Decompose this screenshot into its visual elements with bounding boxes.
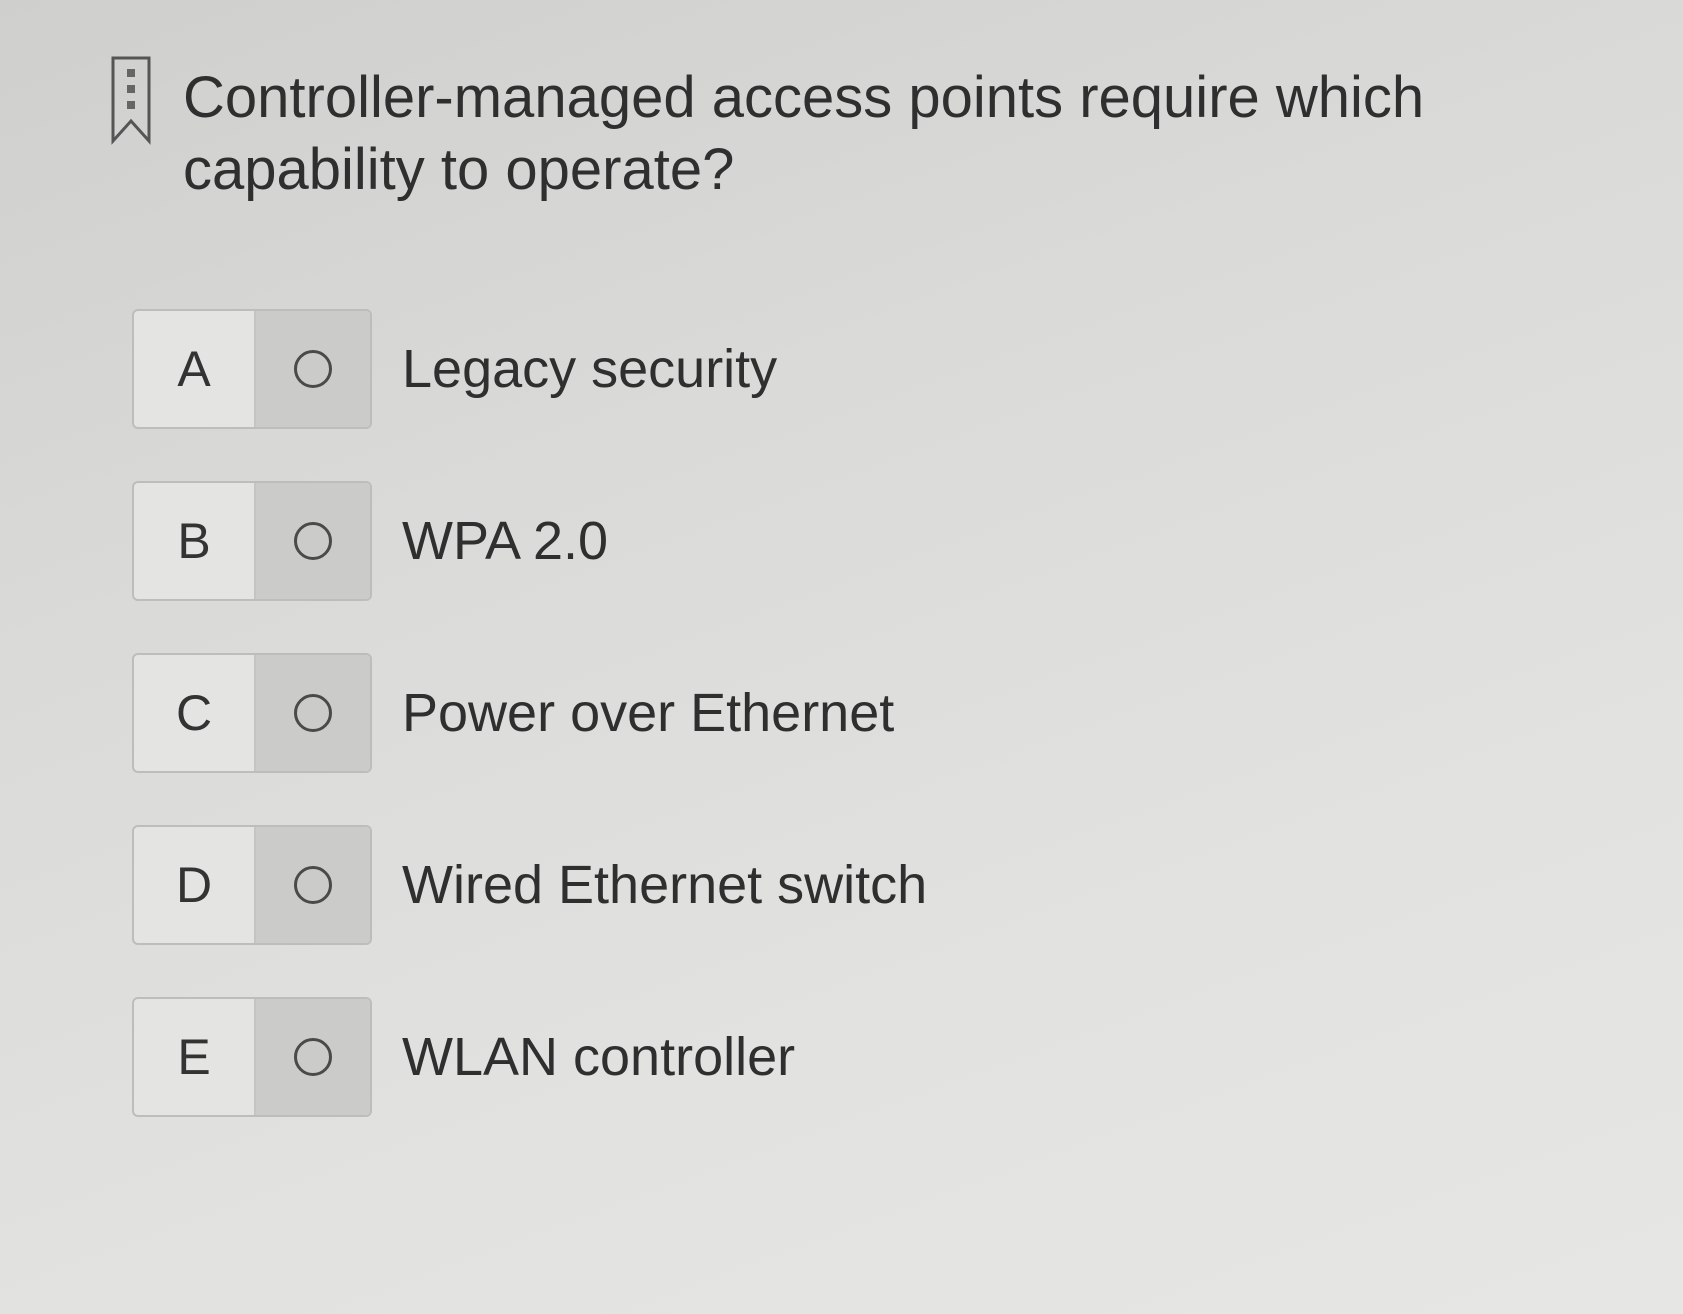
option-d-selector[interactable]: D [132,825,372,945]
option-a[interactable]: A Legacy security [132,308,1332,430]
option-letter: D [134,827,256,943]
option-label[interactable]: WPA 2.0 [402,510,608,572]
question-text: Controller-managed access points require… [183,65,1425,202]
option-a-selector[interactable]: A [132,309,372,429]
option-label[interactable]: Legacy security [402,338,777,400]
option-b-selector[interactable]: B [132,481,372,601]
radio-cell[interactable] [256,827,370,943]
option-d[interactable]: D Wired Ethernet switch [132,824,1332,946]
option-label[interactable]: Power over Ethernet [402,682,894,744]
radio-cell[interactable] [256,311,370,427]
option-c[interactable]: C Power over Ethernet [132,652,1332,774]
option-label[interactable]: WLAN controller [402,1026,795,1088]
option-letter: C [134,655,256,771]
radio-button-icon[interactable] [294,350,332,388]
option-e[interactable]: E WLAN controller [132,996,1332,1118]
option-b[interactable]: B WPA 2.0 [132,480,1332,602]
radio-button-icon[interactable] [294,522,332,560]
option-letter: B [134,483,256,599]
answer-options: A Legacy security B WPA 2.0 C Power over… [132,308,1332,1168]
radio-button-icon[interactable] [294,866,332,904]
radio-button-icon[interactable] [294,694,332,732]
quiz-page: Controller-managed access points require… [0,0,1683,1314]
radio-button-icon[interactable] [294,1038,332,1076]
radio-cell[interactable] [256,483,370,599]
option-letter: A [134,311,256,427]
radio-cell[interactable] [256,999,370,1115]
bookmark-icon[interactable] [110,55,152,147]
option-label[interactable]: Wired Ethernet switch [402,854,927,916]
radio-cell[interactable] [256,655,370,771]
option-c-selector[interactable]: C [132,653,372,773]
option-letter: E [134,999,256,1115]
option-e-selector[interactable]: E [132,997,372,1117]
